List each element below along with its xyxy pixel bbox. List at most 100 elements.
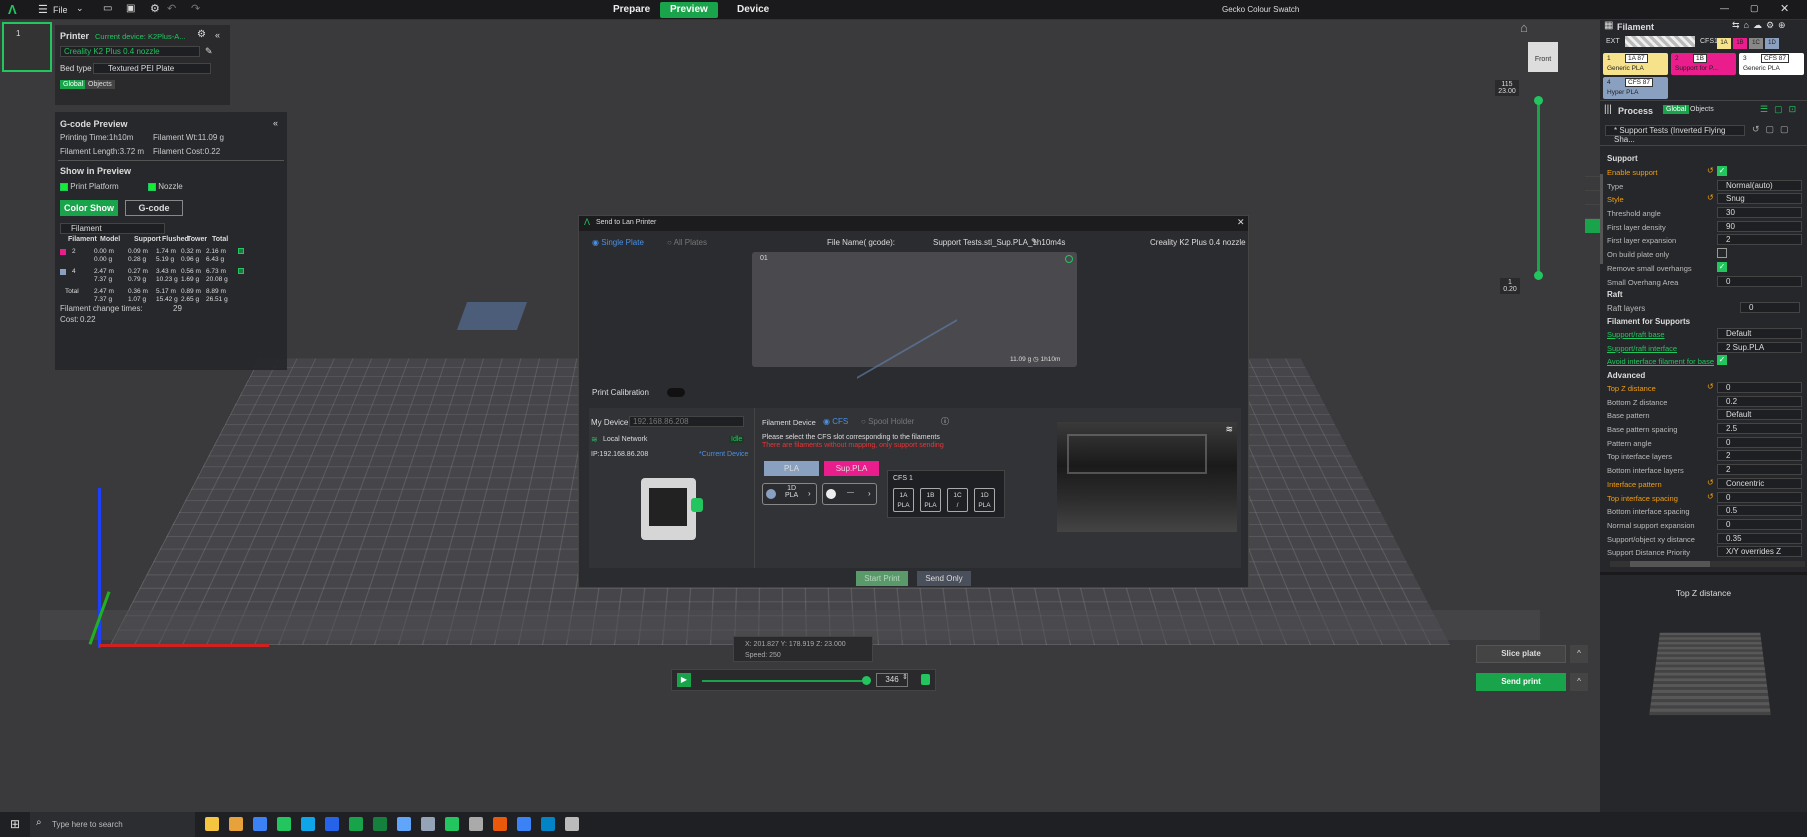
collapse-icon[interactable]: «	[273, 118, 278, 128]
reset-icon[interactable]: ↺	[1707, 382, 1714, 391]
close-icon[interactable]: ✕	[1237, 217, 1245, 228]
reset-icon[interactable]: ↺	[1707, 166, 1714, 175]
reset-icon[interactable]: ↺	[1707, 478, 1714, 487]
menu-icon[interactable]: ☰	[38, 3, 48, 16]
param-input[interactable]: 2	[1717, 234, 1802, 246]
param-input[interactable]: 90	[1717, 220, 1802, 232]
param-input[interactable]: Default	[1717, 328, 1802, 339]
send-more-button[interactable]: ^	[1570, 673, 1588, 691]
send-only-button[interactable]: Send Only	[917, 571, 971, 586]
param-input[interactable]: 2.5	[1717, 423, 1802, 435]
param-input[interactable]: 2 Sup.PLA	[1717, 341, 1802, 353]
maximize-icon[interactable]: ▢	[1750, 3, 1759, 14]
filament-toolbar-icons[interactable]: ⇆⌂☁⚙⊕	[1732, 20, 1790, 31]
file-menu[interactable]: File	[53, 5, 68, 15]
single-plate-radio[interactable]: ◉ Single Plate	[592, 238, 644, 247]
play-button[interactable]: ▶	[677, 673, 691, 687]
process-global-toggle[interactable]: Global	[1663, 105, 1690, 114]
close-icon[interactable]: ✕	[1780, 2, 1789, 15]
playback-handle[interactable]	[862, 676, 871, 685]
toolbar-icon-4[interactable]	[1585, 205, 1600, 219]
param-input[interactable]: Normal(auto)	[1717, 179, 1802, 191]
minimize-icon[interactable]: —	[1720, 3, 1729, 13]
taskbar-app-icon[interactable]	[397, 817, 411, 831]
taskbar-app-icon[interactable]	[517, 817, 531, 831]
param-input[interactable]: 0	[1717, 436, 1802, 448]
horizontal-scrollbar[interactable]	[1610, 561, 1805, 567]
save-icon[interactable]: ▣	[126, 3, 135, 14]
param-input[interactable]: 0.2	[1717, 395, 1802, 407]
stepper-icon[interactable]: ⇕	[902, 673, 908, 681]
view-cube[interactable]: Front	[1528, 42, 1558, 72]
param-checkbox[interactable]: ✓	[1717, 355, 1727, 366]
send-print-button[interactable]: Send print	[1476, 673, 1566, 691]
taskbar-app-icon[interactable]	[325, 817, 339, 831]
param-input[interactable]: 0	[1717, 491, 1802, 503]
bed-type-select[interactable]: Textured PEI Plate	[93, 63, 211, 74]
windows-start-icon[interactable]: ⊞	[10, 817, 20, 831]
layer-slider-top-handle[interactable]	[1534, 96, 1543, 105]
toolbar-icon-2[interactable]	[1585, 177, 1600, 191]
cfs-radio[interactable]: ◉ CFS	[823, 417, 848, 426]
gear-icon[interactable]: ⚙	[197, 29, 206, 40]
device-select[interactable]: 192.168.86.208	[629, 416, 744, 427]
taskbar-app-icon[interactable]	[565, 817, 579, 831]
cfs-slot-1B[interactable]: 1B PLA	[920, 488, 941, 512]
slice-plate-button[interactable]: Slice plate	[1476, 645, 1566, 663]
start-print-button[interactable]: Start Print	[856, 571, 908, 586]
tab-device[interactable]: Device	[727, 2, 779, 18]
gear-icon[interactable]: ⚙	[150, 2, 160, 15]
slot-selector-1[interactable]: 1D PLA ›	[762, 483, 817, 505]
taskbar-app-icon[interactable]	[349, 817, 363, 831]
slot-selector-2[interactable]: — ›	[822, 483, 877, 505]
cfs-slot-1C[interactable]: 1C /	[947, 488, 968, 512]
taskbar-app-icon[interactable]	[541, 817, 555, 831]
cfs-tag-1A[interactable]: 1A	[1717, 38, 1731, 49]
filament-slot-1[interactable]: 1 1A 87 Generic PLA	[1603, 53, 1668, 75]
tab-prepare[interactable]: Prepare	[603, 2, 660, 18]
color-show-button[interactable]: Color Show	[60, 200, 118, 216]
taskbar-app-icon[interactable]	[253, 817, 267, 831]
redo-icon[interactable]: ↷	[191, 2, 200, 15]
spool-holder-radio[interactable]: ○ Spool Holder	[861, 417, 914, 426]
nozzle-select[interactable]: Creality K2 Plus 0.4 nozzle	[60, 46, 200, 57]
filament-slot-2[interactable]: 2 1B Support for P...	[1671, 53, 1736, 75]
param-checkbox[interactable]: ✓	[1717, 166, 1727, 176]
edit-icon[interactable]: ✎	[205, 46, 213, 57]
raft-layers-input[interactable]: 0	[1740, 302, 1800, 313]
param-input[interactable]: 0	[1717, 518, 1802, 530]
chevron-down-icon[interactable]: ⌄	[76, 3, 84, 14]
global-toggle[interactable]: Global	[60, 80, 87, 89]
taskbar-app-icon[interactable]	[205, 817, 219, 831]
end-icon[interactable]	[921, 674, 930, 685]
taskbar-app-icon[interactable]	[277, 817, 291, 831]
collapse-icon[interactable]: «	[215, 30, 220, 40]
print-platform-checkbox[interactable]: Print Platform	[60, 182, 119, 191]
nozzle-checkbox[interactable]: Nozzle	[148, 182, 183, 191]
open-folder-icon[interactable]: ▭	[103, 3, 112, 14]
param-checkbox[interactable]: ✓	[1717, 261, 1727, 272]
model-object[interactable]	[456, 302, 528, 330]
param-input[interactable]: 0	[1717, 275, 1802, 287]
visibility-checkbox[interactable]	[238, 268, 244, 274]
taskbar-app-icon[interactable]	[445, 817, 459, 831]
taskbar-app-icon[interactable]	[229, 817, 243, 831]
home-icon[interactable]: ⌂	[1520, 20, 1528, 35]
param-input[interactable]: Snug	[1717, 193, 1802, 205]
cfs-tag-1C[interactable]: 1C	[1749, 38, 1763, 49]
layer-slider-bottom-handle[interactable]	[1534, 271, 1543, 280]
toolbar-icon-1[interactable]	[1585, 163, 1600, 177]
cfs-slot-1A[interactable]: 1A PLA	[893, 488, 914, 512]
param-input[interactable]: Default	[1717, 409, 1802, 421]
print-calibration-toggle[interactable]	[667, 388, 685, 397]
info-icon[interactable]: ⓘ	[941, 416, 949, 427]
cfs-tag-1D[interactable]: 1D	[1765, 38, 1779, 49]
plate-thumbnail[interactable]: 1	[2, 22, 52, 72]
param-input[interactable]: 0.5	[1717, 505, 1802, 517]
all-plates-radio[interactable]: ○ All Plates	[667, 238, 707, 247]
taskbar-search[interactable]: ⌕ Type here to search	[30, 812, 195, 837]
toolbar-icon-3[interactable]	[1585, 191, 1600, 205]
playback-track[interactable]	[702, 680, 862, 682]
undo-icon[interactable]: ↶	[167, 2, 176, 15]
reset-icon[interactable]: ↺	[1707, 193, 1714, 202]
